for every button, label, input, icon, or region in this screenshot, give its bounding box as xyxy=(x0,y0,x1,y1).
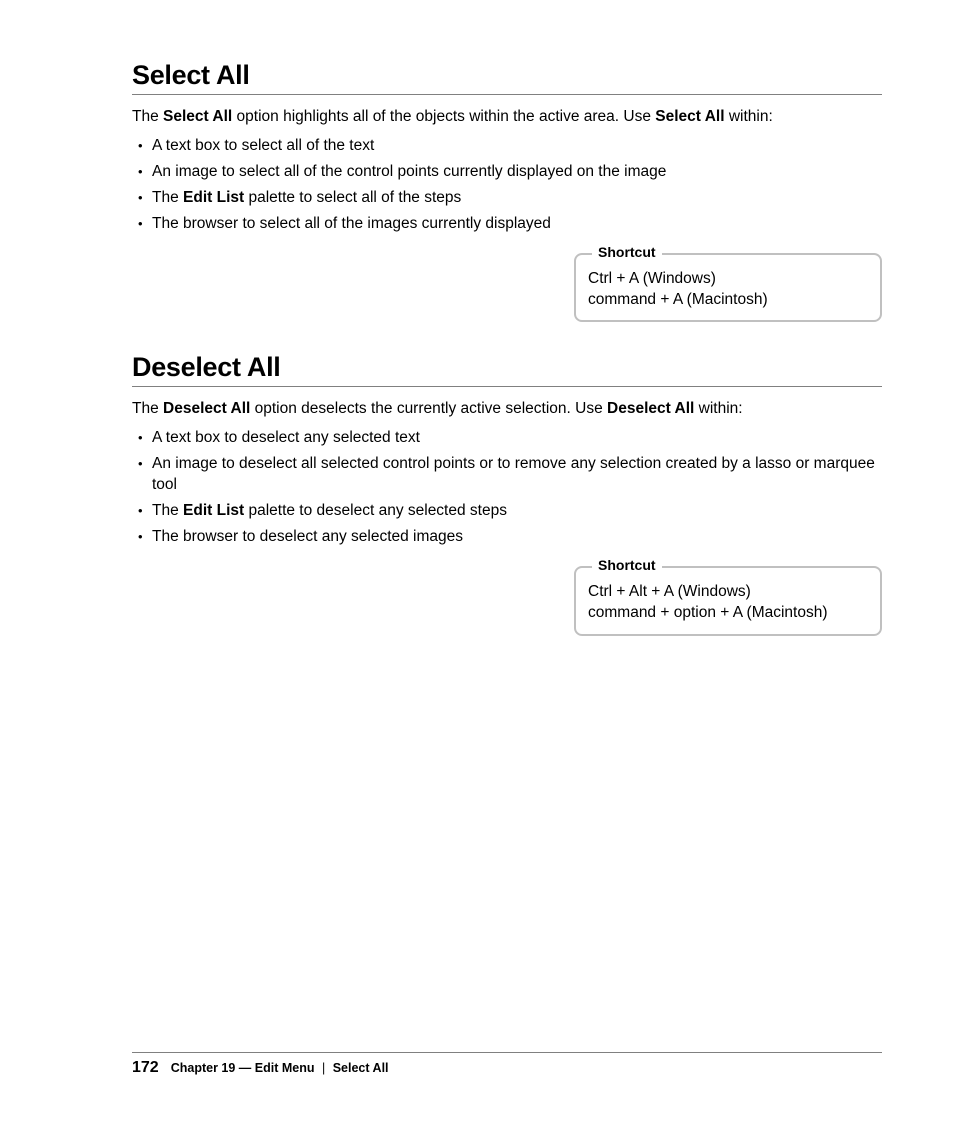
heading-deselect-all: Deselect All xyxy=(132,352,882,387)
list-item: The Edit List palette to select all of t… xyxy=(132,188,882,209)
heading-select-all: Select All xyxy=(132,60,882,95)
bullet-list: A text box to deselect any selected text… xyxy=(132,428,882,548)
page-footer: 172 Chapter 19 — Edit Menu | Select All xyxy=(132,1052,882,1077)
bold-term: Deselect All xyxy=(163,400,250,417)
list-item: An image to deselect all selected contro… xyxy=(132,454,882,496)
list-item: The browser to select all of the images … xyxy=(132,214,882,235)
section-deselect-all: Deselect All The Deselect All option des… xyxy=(132,352,882,635)
intro-select-all: The Select All option highlights all of … xyxy=(132,107,882,128)
footer-breadcrumb: Chapter 19 — Edit Menu | Select All xyxy=(171,1061,389,1075)
bold-term: Edit List xyxy=(183,502,244,519)
shortcut-windows: Ctrl + A (Windows) xyxy=(588,269,870,290)
list-item: An image to select all of the control po… xyxy=(132,162,882,183)
page-number: 172 xyxy=(132,1059,159,1077)
shortcut-mac: command + A (Macintosh) xyxy=(588,290,870,311)
topic-name: Select All xyxy=(333,1061,389,1075)
text: The xyxy=(132,400,163,417)
shortcut-label: Shortcut xyxy=(592,557,662,573)
bold-term: Select All xyxy=(163,108,232,125)
shortcut-windows: Ctrl + Alt + A (Windows) xyxy=(588,582,870,603)
list-item: A text box to select all of the text xyxy=(132,136,882,157)
shortcut-label: Shortcut xyxy=(592,244,662,260)
shortcut-box-deselect-all: Shortcut Ctrl + Alt + A (Windows) comman… xyxy=(574,566,882,636)
intro-deselect-all: The Deselect All option deselects the cu… xyxy=(132,399,882,420)
list-item: The browser to deselect any selected ima… xyxy=(132,527,882,548)
shortcut-box-select-all: Shortcut Ctrl + A (Windows) command + A … xyxy=(574,253,882,323)
list-item: The Edit List palette to deselect any se… xyxy=(132,501,882,522)
text: within: xyxy=(694,400,742,417)
list-item: A text box to deselect any selected text xyxy=(132,428,882,449)
shortcut-container: Shortcut Ctrl + A (Windows) command + A … xyxy=(132,253,882,323)
bullet-list: A text box to select all of the text An … xyxy=(132,136,882,235)
bold-term: Select All xyxy=(655,108,724,125)
separator: | xyxy=(322,1061,325,1075)
text: option deselects the currently active se… xyxy=(250,400,607,417)
text: The xyxy=(132,108,163,125)
text: The xyxy=(152,189,183,206)
section-select-all: Select All The Select All option highlig… xyxy=(132,60,882,322)
bold-term: Deselect All xyxy=(607,400,694,417)
text: palette to select all of the steps xyxy=(244,189,461,206)
shortcut-container: Shortcut Ctrl + Alt + A (Windows) comman… xyxy=(132,566,882,636)
shortcut-mac: command + option + A (Macintosh) xyxy=(588,603,870,624)
text: palette to deselect any selected steps xyxy=(244,502,507,519)
text: option highlights all of the objects wit… xyxy=(232,108,655,125)
chapter-name: Chapter 19 — Edit Menu xyxy=(171,1061,315,1075)
text: within: xyxy=(725,108,773,125)
bold-term: Edit List xyxy=(183,189,244,206)
text: The xyxy=(152,502,183,519)
